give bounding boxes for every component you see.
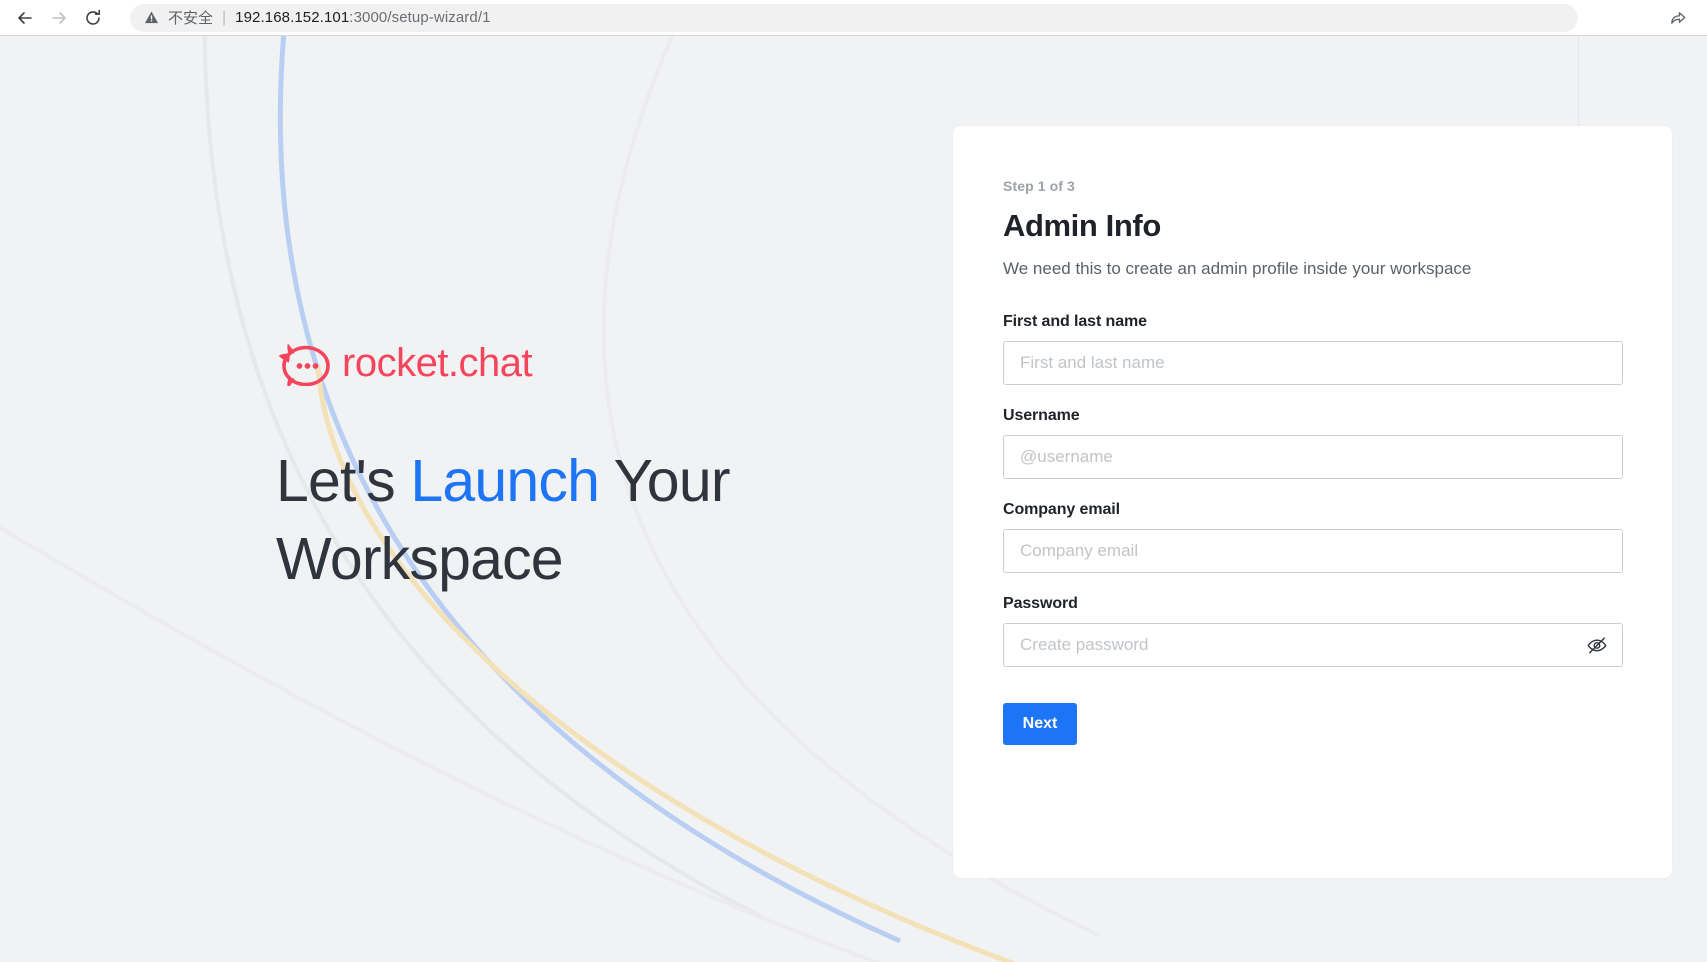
url-text: 192.168.152.101:3000/setup-wizard/1: [235, 9, 490, 26]
security-status-text: 不安全: [168, 10, 214, 27]
headline-part1: Let's: [276, 448, 411, 514]
forward-button[interactable]: [42, 1, 76, 35]
rocketchat-logo-icon: [276, 340, 330, 386]
password-label: Password: [1003, 595, 1078, 613]
headline-accent: Launch: [410, 448, 600, 514]
password-input[interactable]: [1003, 623, 1623, 668]
field-full-name: First and last name: [1003, 313, 1623, 386]
share-button[interactable]: [1663, 3, 1693, 33]
field-username: Username: [1003, 407, 1623, 480]
rocketchat-logo: rocket.chat: [276, 336, 836, 390]
password-visibility-toggle[interactable]: [1584, 632, 1610, 658]
hero-section: rocket.chat Let's Launch Your Workspace: [276, 336, 836, 598]
username-label: Username: [1003, 407, 1080, 425]
reload-icon: [86, 9, 100, 25]
hero-headline: Let's Launch Your Workspace: [276, 442, 836, 598]
warning-triangle-icon: [144, 10, 159, 25]
field-password: Password: [1003, 595, 1623, 668]
omnibox-separator: |: [222, 8, 227, 26]
back-arrow-icon: [18, 11, 32, 24]
step-indicator: Step 1 of 3: [1003, 178, 1075, 194]
company-email-input[interactable]: [1003, 529, 1623, 574]
back-button[interactable]: [8, 1, 42, 35]
full-name-label: First and last name: [1003, 313, 1147, 331]
url-path: :3000/setup-wizard/1: [349, 9, 491, 26]
setup-wizard-page: rocket.chat Let's Launch Your Workspace …: [0, 36, 1707, 962]
address-bar[interactable]: 不安全 | 192.168.152.101:3000/setup-wizard/…: [130, 3, 1578, 32]
forward-arrow-icon: [52, 11, 66, 24]
full-name-input[interactable]: [1003, 341, 1623, 386]
eye-off-icon: [1587, 637, 1607, 654]
field-company-email: Company email: [1003, 501, 1623, 574]
username-input[interactable]: [1003, 435, 1623, 480]
rocketchat-logo-text: rocket.chat: [342, 341, 533, 385]
reload-button[interactable]: [76, 1, 110, 35]
browser-toolbar: 不安全 | 192.168.152.101:3000/setup-wizard/…: [0, 0, 1707, 36]
card-subtitle: We need this to create an admin profile …: [1003, 259, 1472, 278]
share-icon: [1670, 12, 1685, 24]
admin-info-card: Step 1 of 3 Admin Info We need this to c…: [953, 126, 1672, 878]
url-host: 192.168.152.101: [235, 9, 350, 26]
page-title: Admin Info: [1003, 208, 1161, 243]
next-button[interactable]: Next: [1003, 703, 1077, 746]
company-email-label: Company email: [1003, 501, 1120, 519]
